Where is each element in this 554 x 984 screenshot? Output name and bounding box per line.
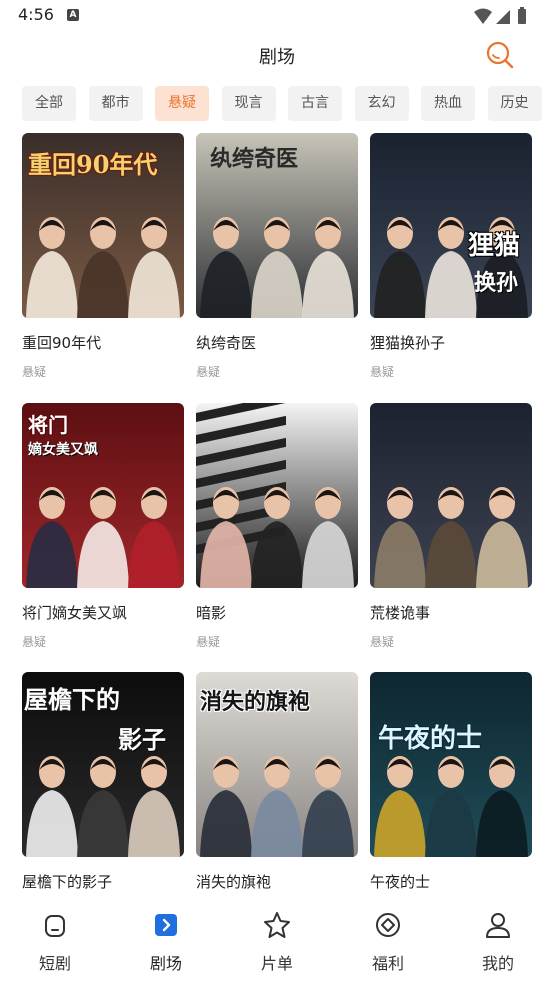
theater-icon	[155, 914, 177, 936]
nav-item-mine[interactable]: 我的	[453, 910, 543, 976]
poster-image[interactable]: 将门 嫡女美又飒	[22, 403, 184, 588]
nav-label: 剧场	[149, 954, 182, 973]
nav-label: 福利	[371, 954, 404, 973]
drama-card[interactable]: 荒楼诡事 悬疑	[370, 403, 532, 649]
drama-title: 荒楼诡事	[370, 604, 431, 622]
drama-card[interactable]: 暗影 悬疑	[196, 403, 358, 649]
poster-title-text: 狸猫	[468, 231, 521, 261]
poster-subtitle-text: 换孙	[474, 270, 519, 296]
notification-icon: A	[67, 9, 79, 21]
drama-title: 暗影	[196, 604, 227, 622]
drama-genre-tag: 悬疑	[22, 635, 47, 649]
status-bar: 4:56 A	[0, 0, 554, 32]
drama-card[interactable]: 屋檐下的 影子 屋檐下的影子	[22, 672, 184, 891]
drama-genre-tag: 悬疑	[22, 365, 47, 379]
header: 剧场	[0, 32, 554, 78]
wifi-icon	[474, 8, 492, 24]
nav-item-shorts[interactable]: 短剧	[10, 910, 100, 976]
category-chip[interactable]: 现言	[221, 86, 276, 121]
drama-card[interactable]: 重回90年代 重回90年代 悬疑	[22, 133, 184, 379]
drama-card[interactable]: 午夜的士 午夜的士	[370, 672, 532, 891]
drama-card[interactable]: 纨绔奇医 纨绔奇医 悬疑	[196, 133, 358, 379]
nav-label: 我的	[481, 954, 514, 973]
gift-icon	[376, 913, 400, 937]
drama-title: 屋檐下的影子	[22, 873, 113, 891]
page-title: 剧场	[259, 47, 295, 68]
poster-title-text: 重回90年代	[28, 150, 158, 179]
poster-image[interactable]: 消失的旗袍	[196, 672, 358, 857]
drama-card[interactable]: 将门 嫡女美又飒 将门嫡女美又飒 悬疑	[22, 403, 184, 649]
category-chip[interactable]: 热血	[421, 86, 475, 121]
drama-title: 将门嫡女美又飒	[22, 604, 128, 622]
drama-title: 纨绔奇医	[196, 334, 257, 352]
poster-image[interactable]: 纨绔奇医	[196, 133, 358, 318]
poster-image[interactable]: 重回90年代	[22, 133, 184, 318]
category-chip[interactable]: 古言	[288, 86, 342, 121]
drama-genre-tag: 悬疑	[370, 635, 395, 649]
nav-item-playlist[interactable]: 片单	[232, 910, 322, 976]
profile-icon	[486, 913, 510, 938]
poster-image[interactable]: 狸猫 换孙	[370, 133, 532, 318]
category-chip[interactable]: 玄幻	[354, 86, 409, 121]
poster-subtitle-text: 嫡女美又飒	[28, 442, 98, 458]
status-icons	[474, 7, 526, 24]
category-chip[interactable]: 悬疑	[155, 86, 209, 121]
poster-title-text: 午夜的士	[378, 724, 483, 754]
drama-genre-tag: 悬疑	[196, 365, 221, 379]
poster-image[interactable]	[370, 403, 532, 588]
poster-title-text: 消失的旗袍	[200, 689, 311, 715]
poster-image[interactable]: 屋檐下的影子	[22, 672, 184, 857]
nav-label: 片单	[260, 954, 293, 973]
drama-title: 消失的旗袍	[196, 873, 272, 891]
signal-icon	[496, 10, 510, 24]
poster-subtitle-text: 影子	[118, 725, 166, 754]
star-icon	[264, 912, 290, 938]
nav-item-welfare[interactable]: 福利	[343, 910, 433, 976]
category-chip[interactable]: 历史	[487, 86, 542, 121]
drama-title: 午夜的士	[370, 873, 431, 891]
nav-item-theater[interactable]: 剧场	[121, 910, 211, 976]
drama-title: 重回90年代	[22, 334, 102, 352]
category-chip[interactable]: 都市	[88, 86, 143, 121]
drama-card[interactable]: 消失的旗袍 消失的旗袍	[196, 672, 358, 891]
category-tabs: 全部 都市 悬疑 现言 古言 玄幻 热血 历史	[22, 86, 554, 122]
poster-title-text: 屋檐下的	[24, 685, 120, 714]
status-time: 4:56	[18, 5, 54, 24]
poster-image[interactable]: 午夜的士	[370, 672, 532, 857]
nav-label: 短剧	[38, 954, 71, 973]
bottom-nav: 短剧 剧场 片单 福利 我的	[0, 898, 554, 984]
poster-title-text: 纨绔奇医	[210, 146, 299, 172]
poster-image[interactable]	[196, 403, 358, 588]
drama-genre-tag: 悬疑	[196, 635, 221, 649]
category-chip[interactable]: 全部	[22, 86, 76, 121]
search-icon[interactable]	[485, 40, 515, 70]
drama-genre-tag: 悬疑	[370, 365, 395, 379]
poster-title-text: 将门	[28, 413, 68, 437]
drama-title: 狸猫换孙子	[370, 334, 446, 352]
battery-icon	[518, 9, 526, 24]
home-icon	[45, 915, 65, 937]
drama-card[interactable]: 狸猫换孙狸猫换孙子悬疑	[370, 133, 532, 379]
